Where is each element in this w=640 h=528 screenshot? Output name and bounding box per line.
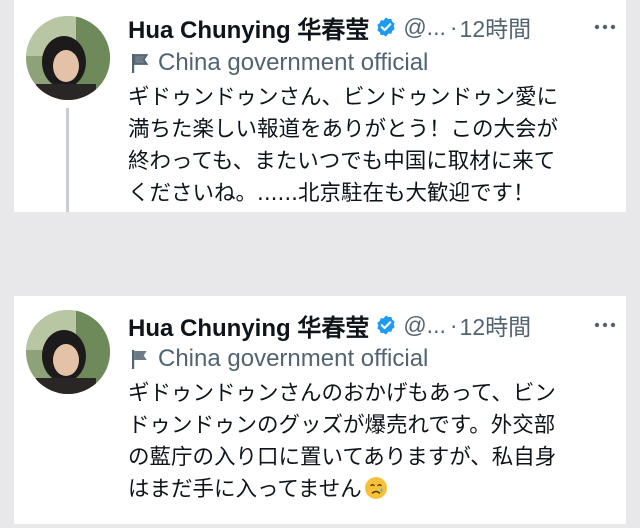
more-options-icon[interactable] xyxy=(592,14,618,40)
tweet-header: Hua Chunying 华春莹 @... · 12時間 xyxy=(128,308,618,342)
crying-face-emoji-icon xyxy=(364,477,387,499)
tweet-text: ギドゥンドゥンさんのおかげもあって、ビン ドゥンドゥンのグッズが爆売れです。外交… xyxy=(128,378,622,506)
timestamp[interactable]: 12時間 xyxy=(460,308,532,342)
tweet-text-content: ギドゥンドゥンさんのおかげもあって、ビン ドゥンドゥンのグッズが爆売れです。外交… xyxy=(128,381,557,502)
author-handle[interactable]: @... xyxy=(403,312,446,339)
tweet-card-2[interactable]: Hua Chunying 华春莹 @... · 12時間 China gover… xyxy=(14,296,626,524)
timestamp[interactable]: 12時間 xyxy=(460,10,532,44)
thread-line xyxy=(66,108,69,212)
tweet-header: Hua Chunying 华春莹 @... · 12時間 xyxy=(128,10,618,44)
author-handle[interactable]: @... xyxy=(403,14,446,41)
label-text: China government official xyxy=(158,49,429,76)
more-options-icon[interactable] xyxy=(592,312,618,338)
flag-icon xyxy=(132,350,147,369)
flag-icon xyxy=(132,54,149,73)
government-label[interactable]: China government official xyxy=(130,344,428,374)
separator-dot: · xyxy=(449,13,458,40)
author-name[interactable]: Hua Chunying 华春莹 xyxy=(128,308,369,343)
tweet-text: ギドゥンドゥンさん、ビンドゥンドゥン愛に 満ちた楽しい報道をありがとう！この大会… xyxy=(128,85,559,206)
label-text: China government official xyxy=(158,345,429,372)
verified-badge-icon xyxy=(377,315,395,335)
separator-dot: · xyxy=(449,311,458,338)
tweet-card-1[interactable]: Hua Chunying 华春莹 @... · 12時間 China gover… xyxy=(14,0,626,212)
government-label[interactable]: China government official xyxy=(130,48,428,78)
verified-badge-icon xyxy=(377,17,395,37)
author-name[interactable]: Hua Chunying 华春莹 xyxy=(128,10,369,45)
avatar[interactable] xyxy=(26,310,110,394)
avatar[interactable] xyxy=(26,16,110,100)
